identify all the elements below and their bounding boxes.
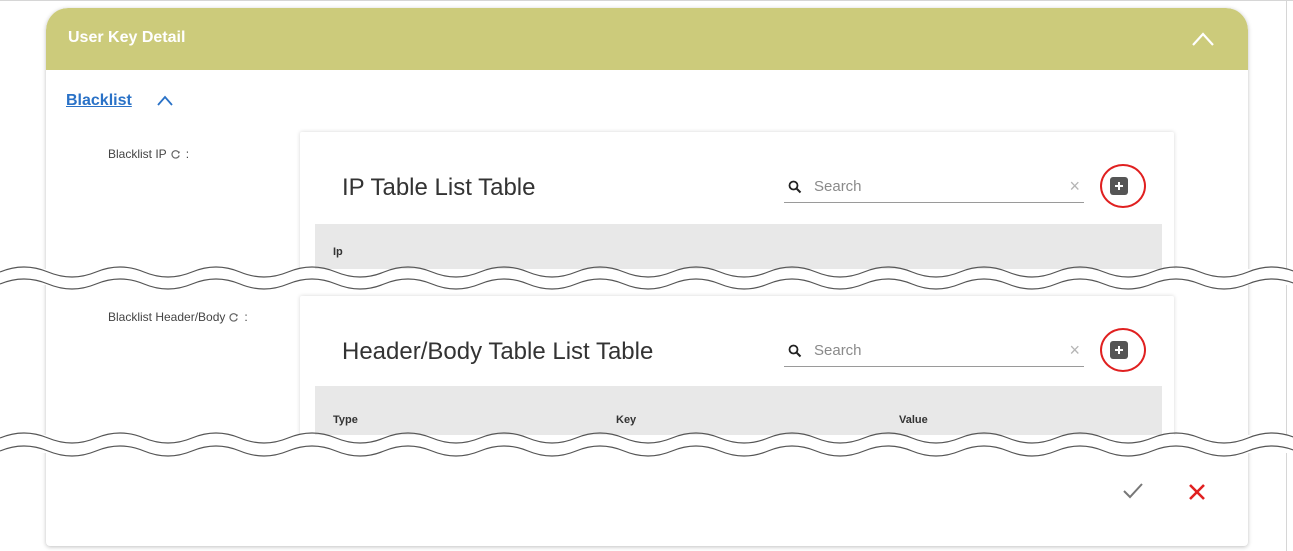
chevron-up-icon [1192,32,1214,46]
break-wave-divider [0,266,1293,290]
blacklist-section-toggle[interactable]: Blacklist [66,92,132,110]
search-icon [788,344,802,358]
column-header-ip[interactable]: Ip [333,246,343,258]
clear-search-button[interactable]: × [1069,340,1080,361]
refresh-icon[interactable] [170,149,181,160]
panel-header: User Key Detail [46,8,1248,70]
refresh-icon[interactable] [228,312,239,323]
header-body-table-search: × [784,336,1084,367]
ip-table-title: IP Table List Table [342,174,536,201]
clear-search-button[interactable]: × [1069,176,1080,197]
panel-title: User Key Detail [68,29,186,46]
label-colon: : [244,310,248,324]
header-body-table-title: Header/Body Table List Table [342,338,654,365]
search-input[interactable] [814,176,1054,196]
field-label-text: Blacklist IP [108,147,167,161]
break-wave-divider [0,432,1293,457]
search-icon [788,180,802,194]
label-colon: : [185,147,190,161]
blacklist-ip-label: Blacklist IP : [108,147,189,161]
ip-table-card: IP Table List Table × Ip [300,132,1174,278]
field-label-text: Blacklist Header/Body [108,310,226,324]
add-button-highlight [1100,328,1146,372]
collapse-panel-button[interactable] [1188,26,1218,52]
close-icon[interactable] [1187,482,1207,502]
add-button-highlight [1100,164,1146,208]
blacklist-header-body-label: Blacklist Header/Body : [108,310,248,324]
chevron-up-icon[interactable] [156,94,174,106]
check-icon[interactable] [1122,482,1144,500]
frame-top-line [0,0,1293,1]
search-input[interactable] [814,340,1054,360]
ip-table-search: × [784,172,1084,203]
